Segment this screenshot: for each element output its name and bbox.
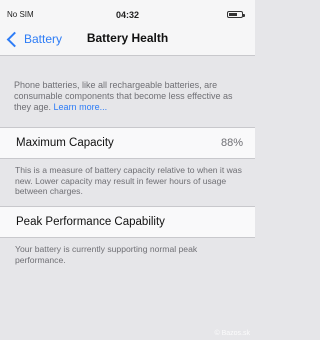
status-bar: No SIM 04:32 [0,0,255,22]
maximum-capacity-description: This is a measure of battery capacity re… [15,165,242,196]
learn-more-link[interactable]: Learn more... [54,102,108,112]
intro-description: Phone batteries, like all rechargeable b… [14,80,233,112]
intro-text: Phone batteries, like all rechargeable b… [14,80,246,113]
navigation-bar: Battery Battery Health [0,22,255,56]
maximum-capacity-row: Maximum Capacity 88% [0,127,255,159]
maximum-capacity-label: Maximum Capacity [16,137,114,149]
maximum-capacity-value: 88% [220,137,243,149]
peak-performance-label: Peak Performance Capability [16,216,165,228]
watermark: © Bazos.sk [214,330,250,337]
page-title: Battery Health [86,31,169,45]
clock: 04:32 [115,10,140,20]
battery-icon [227,11,245,18]
peak-performance-description: Your battery is currently supporting nor… [15,244,198,265]
peak-performance-row: Peak Performance Capability [0,206,255,238]
